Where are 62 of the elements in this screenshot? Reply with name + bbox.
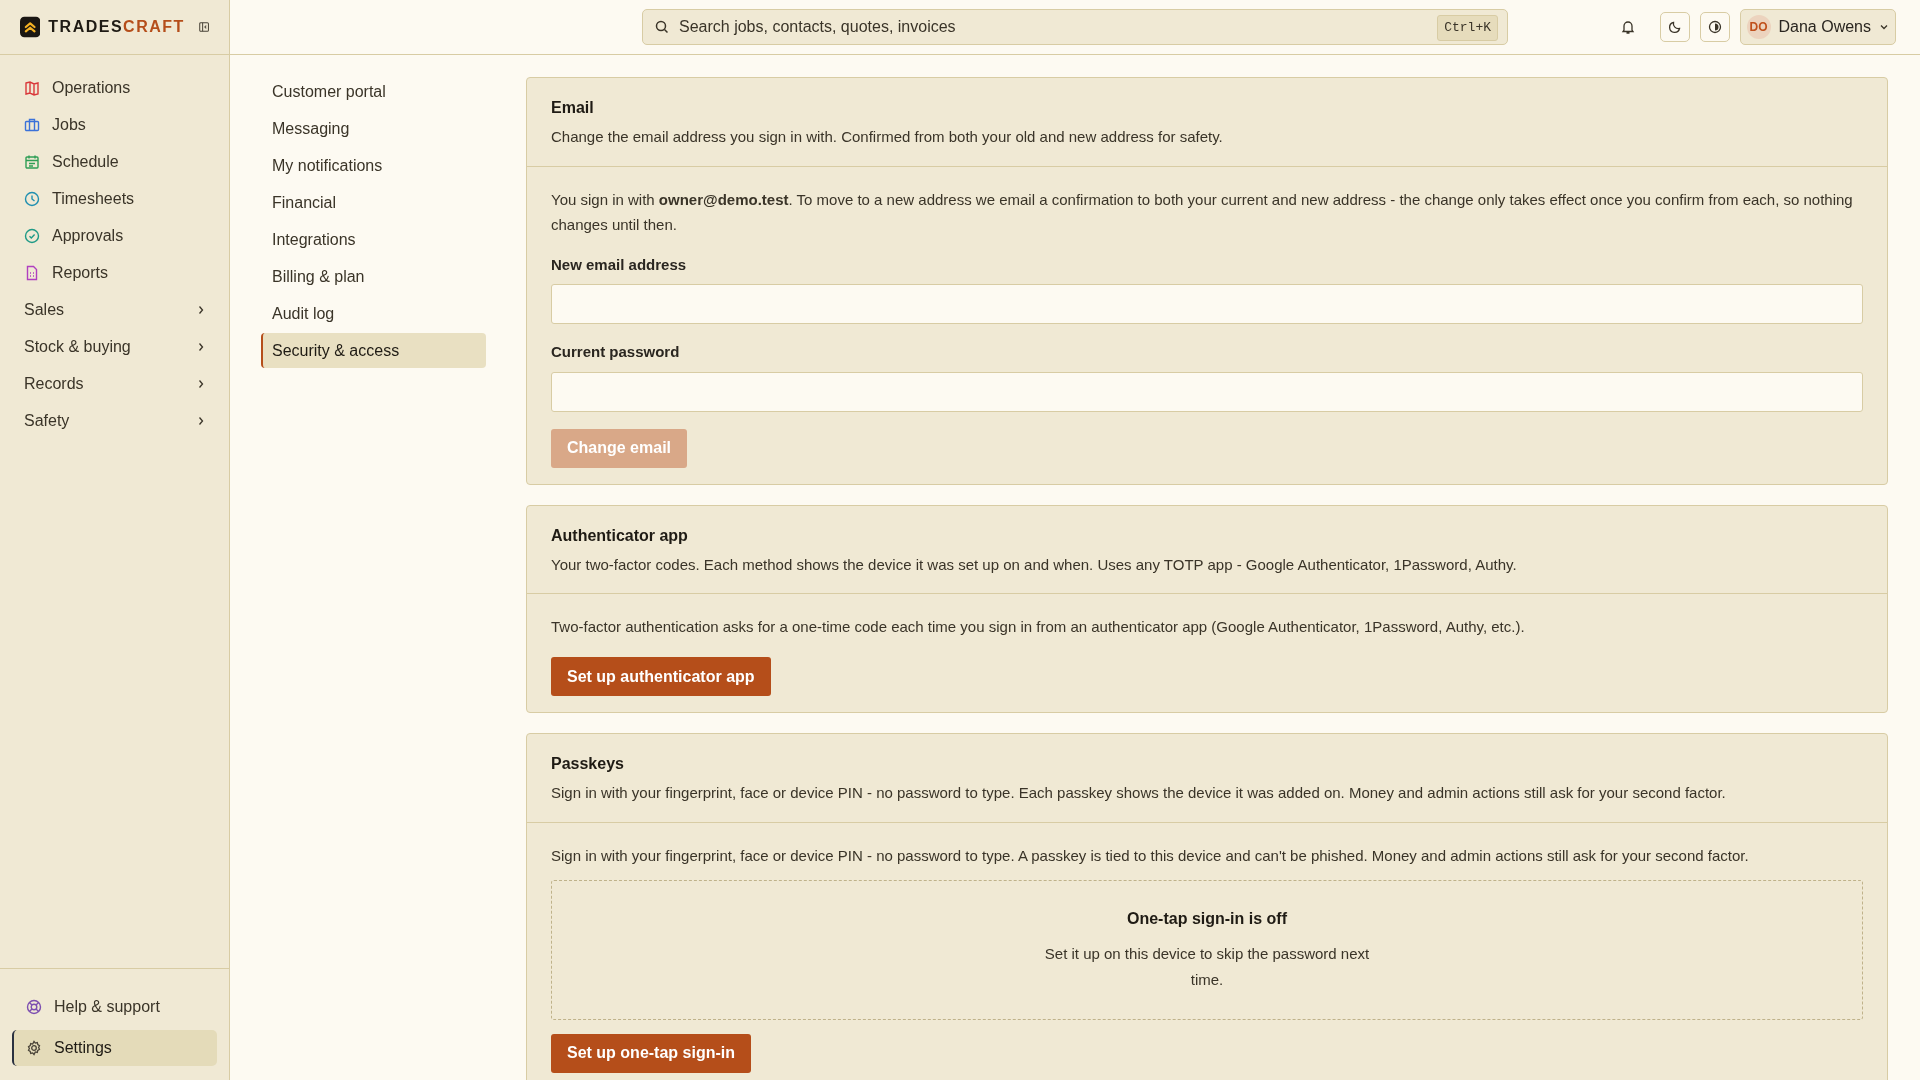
nav-item[interactable]: Timesheets [12,183,217,215]
chevron-right-icon [197,305,205,315]
settings-nav-item[interactable]: Security & access [261,333,486,368]
chevron-right-icon [197,416,205,426]
settings-nav-item[interactable]: Integrations [261,222,486,257]
document-icon [24,265,40,281]
body-text: You sign in with owner@demo.test. To move to a new address we email a confirmation to both your current and new address - the change only takes effect once you confirm from each, so nothing changes until then. [551,189,1854,235]
briefcase-icon [24,117,40,133]
user-avatar: DO [1746,15,1771,39]
nav-item[interactable]: Jobs [12,109,217,141]
chevron-down-icon [1879,22,1889,32]
nav-item[interactable]: Operations [12,72,217,104]
shortcut-key: Ctrl+K [1437,15,1498,41]
card-description: Your two-factor codes. Each method shows the device it was set up on and when. Uses any TOTP app - Google Authenticator, 1Password, Authy. [551,554,1518,575]
nav-item[interactable]: Safety [12,405,217,437]
collapse-sidebar-icon[interactable] [198,20,209,34]
nav-item[interactable]: Records [12,368,217,400]
card-title: Email [551,98,595,118]
empty-state-text: Set it up on this device to skip the password next time. [1043,943,1371,990]
nav-item[interactable]: Help & support [12,989,217,1025]
settings-nav-item[interactable]: My notifications [261,148,486,183]
brand-name: TRADESCRAFT [48,17,185,37]
settings-nav-item[interactable]: Financial [261,185,486,220]
dark-mode-button[interactable] [1659,12,1690,42]
settings-nav-item[interactable]: Customer portal [261,74,486,109]
nav-item[interactable]: Sales [12,294,217,326]
card-title: Authenticator app [551,525,689,546]
calendar-icon [24,154,40,170]
settings-icon [26,1040,42,1056]
chevron-right-icon [197,379,205,389]
nav-item[interactable]: Settings [12,1030,217,1066]
lifebuoy-icon [26,999,42,1015]
card-description: Change the email address you sign in with. Confirmed from both your old and new address for safety. [551,127,1224,147]
action-button[interactable]: Set up authenticator app [551,657,771,696]
contrast-button[interactable] [1699,12,1730,42]
settings-nav-item[interactable]: Billing & plan [261,259,486,294]
nav-item[interactable]: Reports [12,257,217,289]
input-field[interactable] [551,371,1863,412]
search-icon [655,20,669,34]
input-field[interactable] [551,284,1863,324]
settings-nav-item[interactable]: Messaging [261,111,486,146]
nav-item[interactable]: Stock & buying [12,331,217,363]
user-menu-button[interactable]: DO Dana Owens [1739,9,1896,45]
check-circle-icon [24,228,40,244]
field-label: New email address [551,254,688,275]
user-name: Dana Owens [1778,17,1871,37]
empty-state-title: One-tap sign-in is off [1127,908,1287,929]
action-button[interactable]: Set up one-tap sign-in [551,1033,751,1073]
nav-item[interactable]: Approvals [12,220,217,252]
moon-icon [1667,20,1682,34]
card-description: Sign in with your fingerprint, face or device PIN - no password to type. Each passkey shows the device it was added on. Money and admin actions still ask for your second factor. [551,783,1727,803]
nav-item[interactable]: Schedule [12,146,217,178]
body-text: Sign in with your fingerprint, face or device PIN - no password to type. A passkey is tied to this device and can't be phished. Money and admin actions still ask for your second factor. [551,845,1750,866]
notifications-icon[interactable] [1619,19,1636,35]
settings-nav-item[interactable]: Audit log [261,296,486,331]
map-icon [24,80,40,96]
contrast-icon [1707,20,1722,34]
chevron-right-icon [197,342,205,352]
card-title: Passkeys [551,754,625,774]
body-text: Two-factor authentication asks for a one-time code each time you sign in from an authenticator app (Google Authenticator, 1Password, Authy, etc.). [551,617,1526,637]
clock-icon [24,191,40,207]
field-label: Current password [551,342,681,362]
